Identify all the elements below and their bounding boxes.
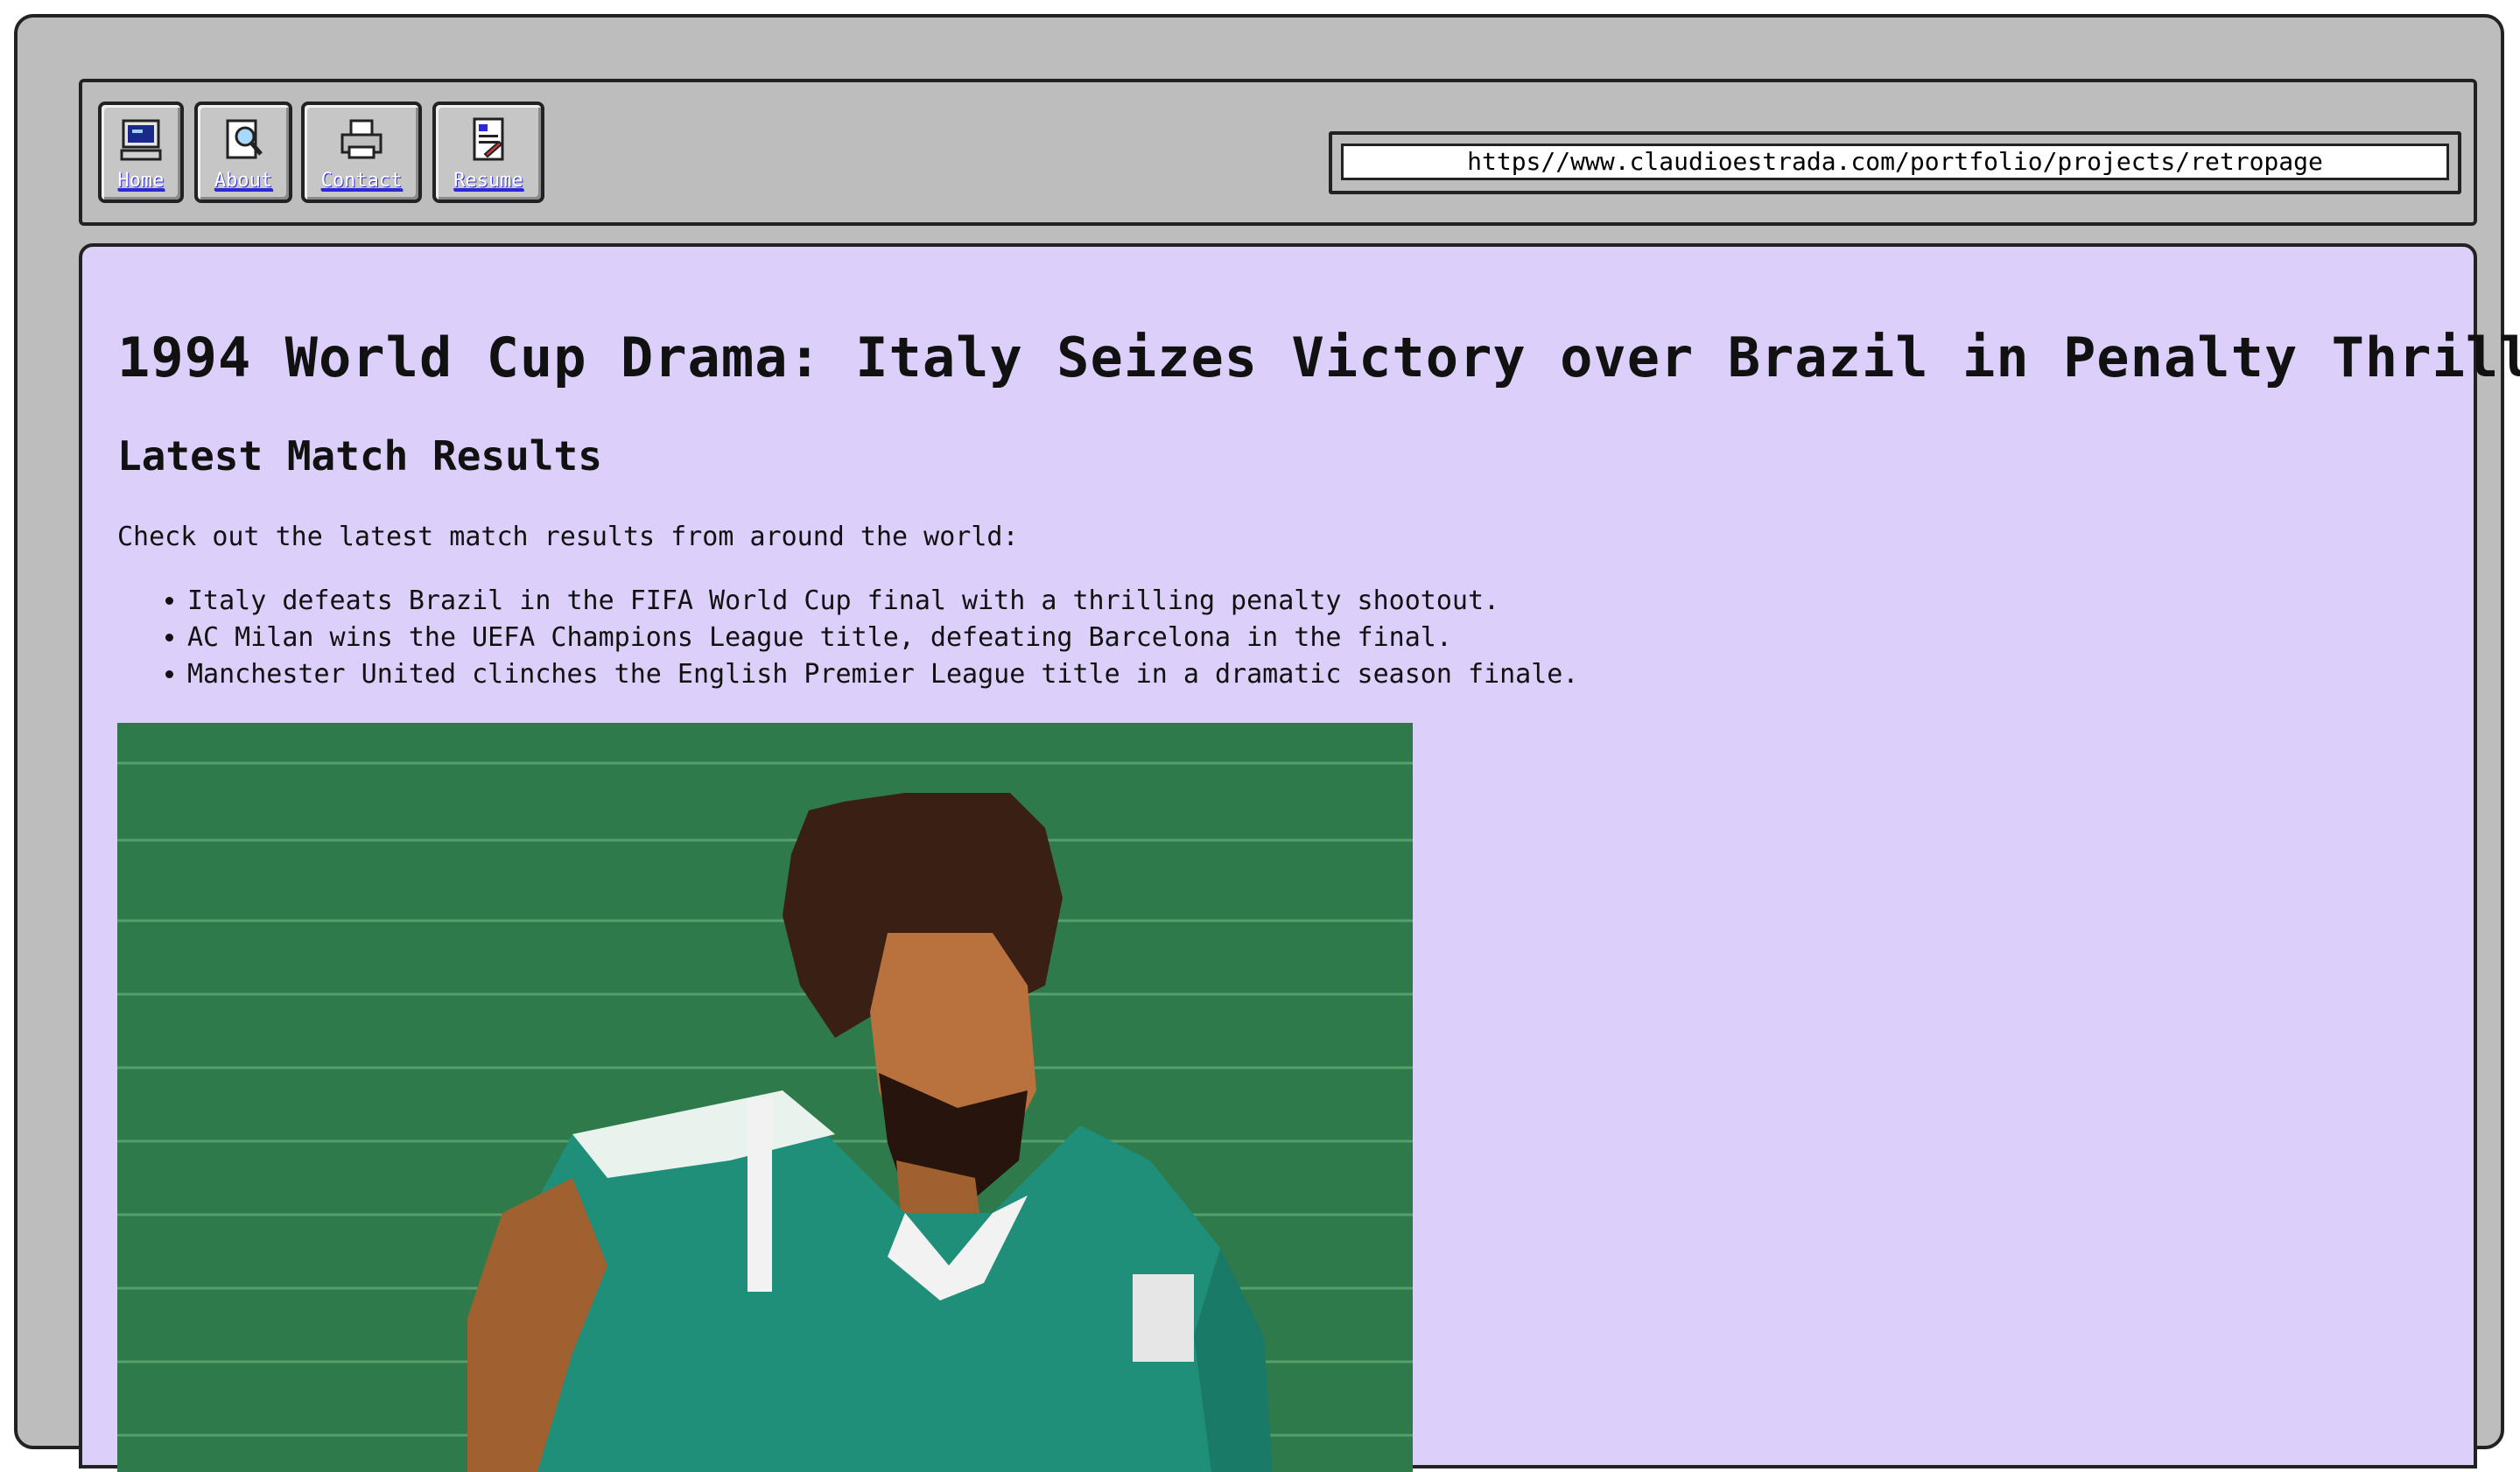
- soccer-player-illustration: [117, 723, 1413, 1472]
- toolbar: Home About Contact Resume https//www.cla…: [79, 79, 2477, 226]
- magnifier-document-icon: [226, 119, 263, 159]
- intro-text: Check out the latest match results from …: [117, 522, 1019, 552]
- document-icon: [473, 117, 504, 161]
- printer-icon: [340, 119, 383, 159]
- address-bar: https//www.claudioestrada.com/portfolio/…: [1329, 131, 2461, 194]
- pixel-art-player-image: [117, 723, 1413, 1472]
- nav-about-label: About: [214, 170, 273, 192]
- list-item: Italy defeats Brazil in the FIFA World C…: [187, 583, 1578, 620]
- nav-resume-label: Resume: [453, 170, 523, 192]
- section-heading: Latest Match Results: [117, 432, 602, 480]
- nav-home-button[interactable]: Home: [98, 102, 184, 203]
- results-list: Italy defeats Brazil in the FIFA World C…: [117, 583, 1578, 693]
- browser-window: Home About Contact Resume https//www.cla…: [14, 14, 2520, 1472]
- nav-resume-button[interactable]: Resume: [432, 102, 544, 203]
- nav-contact-label: Contact: [320, 170, 403, 192]
- page-content: 1994 World Cup Drama: Italy Seizes Victo…: [79, 243, 2520, 1472]
- list-item: Manchester United clinches the English P…: [187, 656, 1578, 693]
- url-field[interactable]: https//www.claudioestrada.com/portfolio/…: [1341, 144, 2449, 180]
- nav-about-button[interactable]: About: [194, 102, 292, 203]
- nav-contact-button[interactable]: Contact: [301, 102, 422, 203]
- list-item: AC Milan wins the UEFA Champions League …: [187, 620, 1578, 656]
- nav-home-label: Home: [117, 170, 165, 192]
- article-title: 1994 World Cup Drama: Italy Seizes Victo…: [117, 326, 2520, 389]
- computer-icon: [120, 119, 162, 161]
